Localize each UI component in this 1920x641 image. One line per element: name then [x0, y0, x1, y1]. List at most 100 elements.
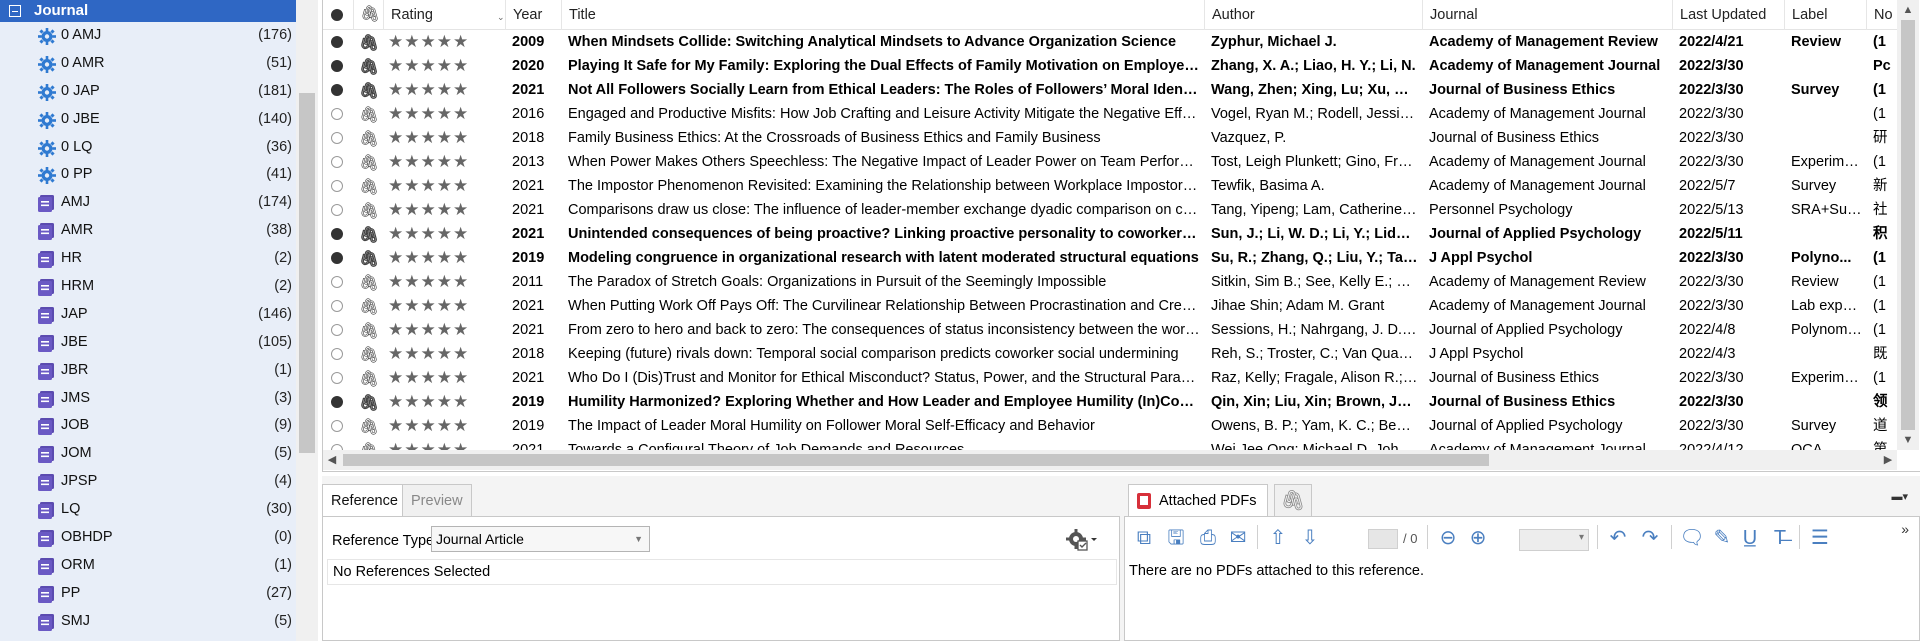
rating-stars-icon[interactable]: ★★★★★ — [388, 54, 469, 78]
column-header-title[interactable]: Title — [561, 0, 1204, 30]
read-status-icon[interactable] — [331, 420, 343, 432]
tab-reference[interactable]: Reference — [322, 484, 407, 516]
read-status-icon[interactable] — [331, 348, 343, 360]
column-header-year[interactable]: Year — [505, 0, 561, 30]
attach-file-button[interactable]: 🖇 — [1274, 484, 1312, 516]
reference-row[interactable]: 🖇 ★★★★★ 2019 The Impact of Leader Moral Hum… — [323, 414, 1897, 438]
tab-preview[interactable]: Preview — [402, 484, 472, 516]
rating-stars-icon[interactable]: ★★★★★ — [388, 102, 469, 126]
reference-row[interactable]: 🖇 ★★★★★ 2016 Engaged and Productive Misfits… — [323, 102, 1897, 126]
reference-type-select[interactable]: Journal Article ▼ — [431, 526, 650, 552]
save-icon[interactable]: 🖫 — [1163, 525, 1189, 551]
scroll-down-icon[interactable]: ▼ — [1897, 430, 1919, 450]
read-status-column-header[interactable] — [323, 0, 353, 30]
collapse-icon[interactable] — [9, 5, 21, 17]
zoom-out-icon[interactable]: ⊖ — [1435, 525, 1461, 551]
group-pane-scrollbar[interactable] — [296, 0, 318, 641]
read-status-icon[interactable] — [331, 132, 343, 144]
read-status-icon[interactable] — [331, 228, 343, 240]
tab-attached-pdfs[interactable]: Attached PDFs — [1128, 484, 1268, 516]
rating-stars-icon[interactable]: ★★★★★ — [388, 78, 469, 102]
rotate-right-icon[interactable]: ↷ — [1637, 525, 1663, 551]
group-item[interactable]: JOM (5) — [0, 440, 296, 468]
read-status-icon[interactable] — [331, 396, 343, 408]
reference-row[interactable]: 🖇 ★★★★★ 2018 Keeping (future) rivals down: … — [323, 342, 1897, 366]
scroll-left-icon[interactable]: ◀ — [323, 450, 341, 470]
reference-row[interactable]: 🖇 ★★★★★ 2020 Playing It Safe for My Family:… — [323, 54, 1897, 78]
group-item[interactable]: PP (27) — [0, 580, 296, 608]
column-header-label[interactable]: Label — [1784, 0, 1866, 30]
rating-stars-icon[interactable]: ★★★★★ — [388, 270, 469, 294]
rating-stars-icon[interactable]: ★★★★★ — [388, 294, 469, 318]
read-status-icon[interactable] — [331, 324, 343, 336]
group-item[interactable]: ORM (1) — [0, 552, 296, 580]
attachment-column-header[interactable]: 🖇 — [353, 0, 383, 30]
rating-stars-icon[interactable]: ★★★★★ — [388, 174, 469, 198]
rating-stars-icon[interactable]: ★★★★★ — [388, 30, 469, 54]
open-external-icon[interactable]: ⧉ — [1131, 525, 1157, 551]
page-number-input[interactable] — [1368, 529, 1398, 549]
reference-row[interactable]: 🖇 ★★★★★ 2018 Family Business Ethics: At the… — [323, 126, 1897, 150]
group-item[interactable]: JBR (1) — [0, 357, 296, 385]
reference-options-button[interactable] — [1065, 527, 1099, 553]
reference-row[interactable]: 🖇 ★★★★★ 2019 Modeling congruence in organiz… — [323, 246, 1897, 270]
rating-stars-icon[interactable]: ★★★★★ — [388, 438, 469, 450]
group-item[interactable]: 0 AMJ (176) — [0, 22, 296, 50]
zoom-in-icon[interactable]: ⊕ — [1465, 525, 1491, 551]
reference-row[interactable]: 🖇 ★★★★★ 2021 Towards a Configural Theory of… — [323, 438, 1897, 450]
zoom-level-select[interactable] — [1519, 529, 1589, 551]
arrow-down-icon[interactable]: ⇩ — [1297, 525, 1323, 551]
horizontal-scrollbar[interactable]: ◀ ▶ — [323, 450, 1897, 470]
rating-stars-icon[interactable]: ★★★★★ — [388, 342, 469, 366]
rating-stars-icon[interactable]: ★★★★★ — [388, 222, 469, 246]
rating-stars-icon[interactable]: ★★★★★ — [388, 414, 469, 438]
reference-row[interactable]: 🖇 ★★★★★ 2021 Not All Followers Socially Lea… — [323, 78, 1897, 102]
group-item[interactable]: AMR (38) — [0, 217, 296, 245]
group-item[interactable]: HRM (2) — [0, 273, 296, 301]
reference-row[interactable]: 🖇 ★★★★★ 2011 The Paradox of Stretch Goals: … — [323, 270, 1897, 294]
rating-stars-icon[interactable]: ★★★★★ — [388, 150, 469, 174]
reference-row[interactable]: 🖇 ★★★★★ 2013 When Power Makes Others Speech… — [323, 150, 1897, 174]
group-item[interactable]: 0 JBE (140) — [0, 106, 296, 134]
reference-row[interactable]: 🖇 ★★★★★ 2021 Who Do I (Dis)Trust and Monito… — [323, 366, 1897, 390]
rating-stars-icon[interactable]: ★★★★★ — [388, 198, 469, 222]
group-item[interactable]: LQ (30) — [0, 496, 296, 524]
read-status-icon[interactable] — [331, 60, 343, 72]
reference-row[interactable]: 🖇 ★★★★★ 2021 Comparisons draw us close: The… — [323, 198, 1897, 222]
group-item[interactable]: HR (2) — [0, 245, 296, 273]
highlight-icon[interactable]: ✎ — [1709, 525, 1735, 551]
read-status-icon[interactable] — [331, 156, 343, 168]
scrollbar-thumb[interactable] — [299, 93, 315, 453]
scrollbar-thumb[interactable] — [1901, 20, 1915, 430]
note-icon[interactable]: 🗨 — [1679, 525, 1705, 551]
reference-row[interactable]: 🖇 ★★★★★ 2019 Humility Harmonized? Exploring… — [323, 390, 1897, 414]
email-icon[interactable]: ✉ — [1225, 525, 1251, 551]
read-status-icon[interactable] — [331, 36, 343, 48]
reference-row[interactable]: 🖇 ★★★★★ 2021 From zero to hero and back to … — [323, 318, 1897, 342]
group-item[interactable]: JOB (9) — [0, 412, 296, 440]
reference-row[interactable]: 🖇 ★★★★★ 2009 When Mindsets Collide: Switchi… — [323, 30, 1897, 54]
more-tools-icon[interactable]: » — [1901, 521, 1909, 537]
group-item[interactable]: JPSP (4) — [0, 468, 296, 496]
read-status-icon[interactable] — [331, 84, 343, 96]
group-item[interactable]: SMJ (5) — [0, 608, 296, 636]
rotate-left-icon[interactable]: ↶ — [1605, 525, 1631, 551]
rating-stars-icon[interactable]: ★★★★★ — [388, 246, 469, 270]
group-item[interactable]: 0 LQ (36) — [0, 134, 296, 162]
reference-row[interactable]: 🖇 ★★★★★ 2021 Unintended consequences of bei… — [323, 222, 1897, 246]
group-item[interactable]: 0 JAP (181) — [0, 78, 296, 106]
reference-row[interactable]: 🖇 ★★★★★ 2021 When Putting Work Off Pays Off… — [323, 294, 1897, 318]
read-status-icon[interactable] — [331, 204, 343, 216]
group-item[interactable]: JMS (3) — [0, 385, 296, 413]
rating-stars-icon[interactable]: ★★★★★ — [388, 126, 469, 150]
rating-stars-icon[interactable]: ★★★★★ — [388, 390, 469, 414]
strikethrough-icon[interactable]: T̶ — [1767, 525, 1793, 551]
reference-row[interactable]: 🖇 ★★★★★ 2021 The Impostor Phenomenon Revisi… — [323, 174, 1897, 198]
underline-icon[interactable]: U̲ — [1737, 525, 1763, 551]
read-status-icon[interactable] — [331, 276, 343, 288]
column-header-journal[interactable]: Journal — [1422, 0, 1672, 30]
read-status-icon[interactable] — [331, 252, 343, 264]
print-icon[interactable]: ⎙ — [1195, 525, 1221, 551]
column-header-rating[interactable]: Rating ⌄ — [383, 0, 505, 30]
scroll-right-icon[interactable]: ▶ — [1879, 450, 1897, 470]
